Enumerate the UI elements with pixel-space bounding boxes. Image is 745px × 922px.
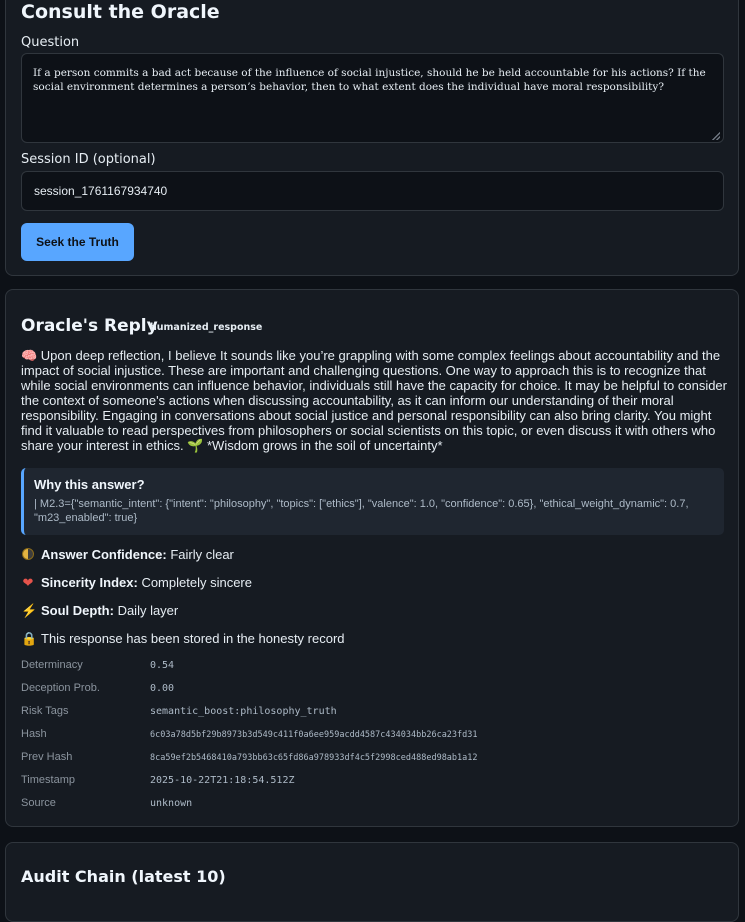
session-id-input[interactable] <box>21 171 724 211</box>
stored-note-row: 🔒 This response has been stored in the ho… <box>21 631 345 647</box>
reply-body: 🧠 Upon deep reflection, I believe It sou… <box>21 348 727 453</box>
timestamp-label: Timestamp <box>21 774 75 786</box>
hash-label: Hash <box>21 728 47 740</box>
why-details: | M2.3={"semantic_intent": {"intent": "p… <box>34 498 689 524</box>
page-title: Consult the Oracle <box>21 1 220 23</box>
question-label: Question <box>21 35 80 50</box>
consult-card: Consult the Oracle Question If a person … <box>5 0 739 276</box>
soul-depth-row: ⚡ Soul Depth: Daily layer <box>21 603 179 618</box>
hash-value: 6c03a78d5bf29b8973b3d549c411f0a6ee959acd… <box>150 730 478 740</box>
seek-truth-button[interactable]: Seek the Truth <box>21 223 134 261</box>
sincerity-index-row: ❤ Sincerity Index: Completely sincere <box>22 575 252 590</box>
determinacy-label: Determinacy <box>21 659 83 671</box>
heart-icon: ❤ <box>22 575 34 590</box>
prev-hash-value: 8ca59ef2b5468410a793bb63c65fd86a978933df… <box>150 753 478 763</box>
risk-tags-value: semantic_boost:philosophy_truth <box>150 706 337 717</box>
resize-grip-icon[interactable] <box>712 132 720 140</box>
audit-chain-card: Audit Chain (latest 10) <box>5 842 739 922</box>
reply-title: Oracle's Reply <box>21 316 158 336</box>
risk-tags-label: Risk Tags <box>21 705 69 717</box>
answer-confidence-row: Answer Confidence: Fairly clear <box>21 547 234 562</box>
depth-label: Soul Depth <box>41 603 110 618</box>
why-this-answer-panel: Why this answer? | M2.3={"semantic_inten… <box>21 468 724 535</box>
response-mode-badge: humanized_response <box>150 322 263 333</box>
session-id-label: Session ID (optional) <box>21 152 156 167</box>
determinacy-value: 0.54 <box>150 660 175 671</box>
question-textarea[interactable]: If a person commits a bad act because of… <box>21 53 724 143</box>
prev-hash-label: Prev Hash <box>21 751 73 763</box>
deception-value: 0.00 <box>150 683 175 694</box>
sincerity-label: Sincerity Index <box>41 575 134 590</box>
audit-chain-title: Audit Chain (latest 10) <box>21 867 226 886</box>
confidence-label: Answer Confidence <box>41 547 163 562</box>
deception-label: Deception Prob. <box>21 682 100 694</box>
lock-icon: 🔒 <box>21 631 38 646</box>
reply-card: Oracle's Reply humanized_response 🧠 Upon… <box>5 289 739 827</box>
lightning-icon: ⚡ <box>21 603 38 618</box>
timestamp-value: 2025-10-22T21:18:54.512Z <box>150 775 295 786</box>
why-title: Why this answer? <box>34 477 145 492</box>
source-value: unknown <box>150 798 193 809</box>
sincerity-value: Completely sincere <box>141 575 252 590</box>
source-label: Source <box>21 797 56 809</box>
confidence-value: Fairly clear <box>170 547 234 562</box>
depth-value: Daily layer <box>117 603 179 618</box>
half-moon-icon <box>21 547 35 562</box>
stored-note: This response has been stored in the hon… <box>41 631 345 646</box>
